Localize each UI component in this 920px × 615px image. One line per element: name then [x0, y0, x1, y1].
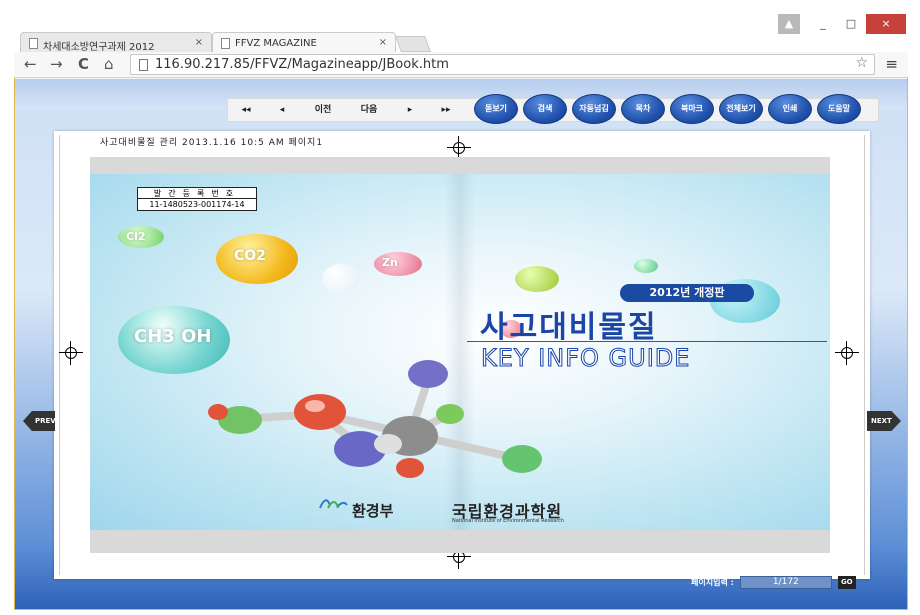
molecule-graphic [208, 360, 542, 478]
magnifier-button[interactable]: 돋보기 [474, 94, 518, 124]
ch3oh-label: CH3 OH [134, 326, 212, 347]
page-jump-bar: 페이지입력 : 1/172 GO [691, 575, 856, 589]
green-bubble [515, 266, 559, 292]
registration-mark [59, 341, 83, 365]
small-green-bubble [634, 259, 658, 273]
print-info-text: 사고대비물질 관리 2013.1.16 10:5 AM 페이지1 [100, 138, 324, 148]
new-tab-button[interactable] [395, 36, 431, 52]
user-icon[interactable]: ▲ [778, 14, 800, 34]
page-icon [139, 59, 148, 71]
prev-page-button[interactable]: 이전 [300, 99, 346, 121]
zn-label: Zn [382, 256, 398, 269]
close-tab-icon[interactable]: × [379, 37, 387, 48]
print-button[interactable]: 인쇄 [768, 94, 812, 124]
bookmark-star-icon[interactable]: ☆ [855, 55, 868, 71]
minimize-button[interactable]: _ [810, 14, 836, 34]
address-bar[interactable]: 116.90.217.85/FFVZ/Magazineapp/JBook.htm… [130, 54, 875, 75]
page-icon [29, 38, 38, 49]
maximize-button[interactable]: □ [838, 14, 864, 34]
search-button[interactable]: 검색 [523, 94, 567, 124]
browser-window: 차세대소방연구과제 2012 × FFVZ MAGAZINE × ▲ _ □ ×… [0, 0, 920, 615]
cl2-label: Cl2 [126, 230, 146, 243]
browser-toolbar: ← → C ⌂ 116.90.217.85/FFVZ/Magazineapp/J… [14, 52, 908, 78]
home-icon[interactable]: ⌂ [104, 55, 114, 73]
page-input[interactable]: 1/172 [739, 575, 832, 589]
url-text[interactable]: 116.90.217.85/FFVZ/Magazineapp/JBook.htm [155, 57, 449, 72]
next-small-button[interactable]: ▸ [392, 99, 428, 121]
registration-mark [835, 341, 859, 365]
registration-number-box: 발간등록번호 11-1480523-001174-14 [137, 187, 257, 211]
first-page-button[interactable]: ◂◂ [228, 99, 264, 121]
menu-icon[interactable]: ≡ [885, 55, 898, 73]
last-page-button[interactable]: ▸▸ [428, 99, 464, 121]
cover-title-english: KEY INFO GUIDE [480, 344, 691, 373]
back-arrow-icon[interactable]: ← [24, 55, 37, 73]
prev-small-button[interactable]: ◂ [264, 99, 300, 121]
tab-magazine[interactable]: FFVZ MAGAZINE × [212, 32, 396, 54]
cover-title-korean: 사고대비물질 [480, 310, 658, 345]
contents-button[interactable]: 목차 [621, 94, 665, 124]
white-bubble [322, 264, 360, 294]
page-input-label: 페이지입력 : [691, 577, 734, 587]
window-controls: ▲ _ □ × [778, 14, 906, 34]
forward-arrow-icon[interactable]: → [50, 55, 63, 73]
registration-number: 11-1480523-001174-14 [149, 200, 245, 209]
ebook-viewer: ◂◂ ◂ 이전 다음 ▸ ▸▸ 돋보기 검색 자동넘김 목차 북마크 전체보기 … [15, 79, 907, 609]
next-page-button[interactable]: 다음 [346, 99, 392, 121]
help-button[interactable]: 도움말 [817, 94, 861, 124]
next-page-arrow[interactable]: NEXT [867, 411, 901, 431]
institute-name-english: National Institute of Environmental Rese… [452, 518, 565, 524]
pager: ◂◂ ◂ 이전 다음 ▸ ▸▸ [228, 99, 464, 121]
reload-icon[interactable]: C [78, 55, 89, 73]
bookmark-button[interactable]: 북마크 [670, 94, 714, 124]
close-tab-icon[interactable]: × [195, 37, 203, 48]
tab-research[interactable]: 차세대소방연구과제 2012 × [20, 32, 212, 54]
page-icon [221, 38, 230, 49]
ministry-name: 환경부 [352, 502, 394, 520]
prev-page-arrow[interactable]: PREV [23, 411, 55, 431]
edition-badge: 2012년 개정판 [620, 284, 754, 302]
co2-label: CO2 [234, 248, 266, 264]
close-window-button[interactable]: × [866, 14, 906, 34]
go-button[interactable]: GO [837, 575, 856, 589]
tab-title: FFVZ MAGAZINE [235, 38, 317, 49]
ministry-logo-icon [319, 499, 348, 509]
cover-image[interactable]: 발간등록번호 11-1480523-001174-14 Cl2 CO2 Zn C… [90, 174, 830, 530]
auto-flip-button[interactable]: 자동넘김 [572, 94, 616, 124]
tab-strip: 차세대소방연구과제 2012 × FFVZ MAGAZINE × [14, 12, 908, 54]
registration-title: 발간등록번호 [138, 188, 256, 199]
fullview-button[interactable]: 전체보기 [719, 94, 763, 124]
